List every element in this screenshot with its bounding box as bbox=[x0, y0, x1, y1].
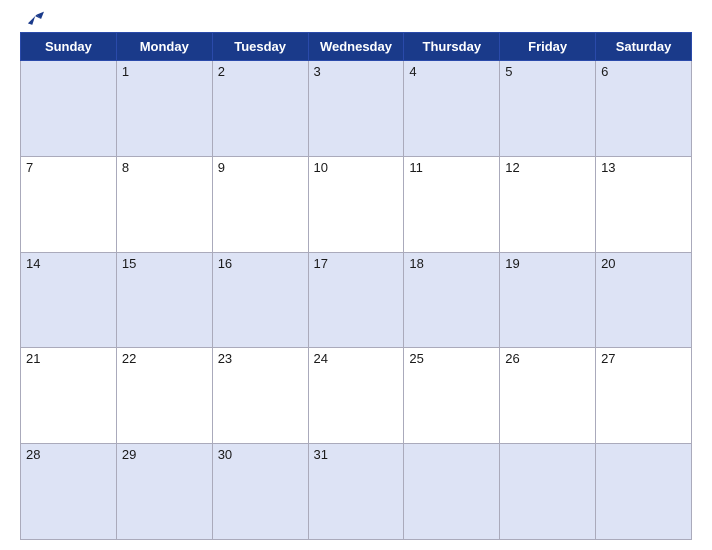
day-number: 26 bbox=[505, 351, 519, 366]
day-number: 2 bbox=[218, 64, 225, 79]
calendar-cell: 1 bbox=[116, 61, 212, 157]
calendar-cell: 21 bbox=[21, 348, 117, 444]
calendar-cell: 17 bbox=[308, 252, 404, 348]
header bbox=[20, 10, 692, 28]
weekday-header-row: SundayMondayTuesdayWednesdayThursdayFrid… bbox=[21, 33, 692, 61]
day-number: 17 bbox=[314, 256, 328, 271]
day-number: 19 bbox=[505, 256, 519, 271]
calendar-cell: 22 bbox=[116, 348, 212, 444]
day-number: 8 bbox=[122, 160, 129, 175]
day-number: 22 bbox=[122, 351, 136, 366]
logo-blue-text bbox=[20, 10, 44, 28]
day-number: 27 bbox=[601, 351, 615, 366]
calendar-cell: 7 bbox=[21, 156, 117, 252]
calendar-cell: 30 bbox=[212, 444, 308, 540]
day-number: 7 bbox=[26, 160, 33, 175]
logo-bird-icon bbox=[22, 10, 44, 28]
day-number: 12 bbox=[505, 160, 519, 175]
weekday-header-wednesday: Wednesday bbox=[308, 33, 404, 61]
day-number: 23 bbox=[218, 351, 232, 366]
calendar-cell: 2 bbox=[212, 61, 308, 157]
calendar-cell: 25 bbox=[404, 348, 500, 444]
weekday-header-sunday: Sunday bbox=[21, 33, 117, 61]
calendar-cell: 20 bbox=[596, 252, 692, 348]
calendar-week-row: 28 29 30 31 bbox=[21, 444, 692, 540]
weekday-header-friday: Friday bbox=[500, 33, 596, 61]
calendar-cell: 31 bbox=[308, 444, 404, 540]
calendar-cell bbox=[21, 61, 117, 157]
calendar-cell: 14 bbox=[21, 252, 117, 348]
calendar-cell: 5 bbox=[500, 61, 596, 157]
calendar-cell: 8 bbox=[116, 156, 212, 252]
calendar-cell: 4 bbox=[404, 61, 500, 157]
day-number: 31 bbox=[314, 447, 328, 462]
day-number: 6 bbox=[601, 64, 608, 79]
logo bbox=[20, 10, 44, 28]
weekday-header-monday: Monday bbox=[116, 33, 212, 61]
calendar-table: SundayMondayTuesdayWednesdayThursdayFrid… bbox=[20, 32, 692, 540]
weekday-header-thursday: Thursday bbox=[404, 33, 500, 61]
day-number: 14 bbox=[26, 256, 40, 271]
day-number: 4 bbox=[409, 64, 416, 79]
calendar-cell: 18 bbox=[404, 252, 500, 348]
calendar-cell: 16 bbox=[212, 252, 308, 348]
calendar-week-row: 1 2 3 4 5 6 bbox=[21, 61, 692, 157]
day-number: 1 bbox=[122, 64, 129, 79]
calendar-cell: 24 bbox=[308, 348, 404, 444]
weekday-header-saturday: Saturday bbox=[596, 33, 692, 61]
day-number: 21 bbox=[26, 351, 40, 366]
calendar-cell: 27 bbox=[596, 348, 692, 444]
calendar-cell: 29 bbox=[116, 444, 212, 540]
calendar-cell: 19 bbox=[500, 252, 596, 348]
day-number: 3 bbox=[314, 64, 321, 79]
day-number: 24 bbox=[314, 351, 328, 366]
day-number: 15 bbox=[122, 256, 136, 271]
calendar-cell: 6 bbox=[596, 61, 692, 157]
day-number: 20 bbox=[601, 256, 615, 271]
day-number: 30 bbox=[218, 447, 232, 462]
day-number: 18 bbox=[409, 256, 423, 271]
calendar-week-row: 14 15 16 17 18 19 20 bbox=[21, 252, 692, 348]
calendar-week-row: 21 22 23 24 25 26 27 bbox=[21, 348, 692, 444]
calendar-cell: 9 bbox=[212, 156, 308, 252]
day-number: 16 bbox=[218, 256, 232, 271]
calendar-cell: 26 bbox=[500, 348, 596, 444]
calendar-cell bbox=[404, 444, 500, 540]
calendar-cell: 11 bbox=[404, 156, 500, 252]
calendar-cell bbox=[500, 444, 596, 540]
day-number: 11 bbox=[409, 160, 423, 175]
calendar-cell: 12 bbox=[500, 156, 596, 252]
day-number: 25 bbox=[409, 351, 423, 366]
calendar-cell bbox=[596, 444, 692, 540]
day-number: 13 bbox=[601, 160, 615, 175]
day-number: 28 bbox=[26, 447, 40, 462]
calendar-cell: 28 bbox=[21, 444, 117, 540]
day-number: 9 bbox=[218, 160, 225, 175]
calendar-cell: 13 bbox=[596, 156, 692, 252]
calendar-cell: 3 bbox=[308, 61, 404, 157]
day-number: 5 bbox=[505, 64, 512, 79]
calendar-week-row: 7 8 9 10 11 12 13 bbox=[21, 156, 692, 252]
calendar-cell: 23 bbox=[212, 348, 308, 444]
calendar-cell: 10 bbox=[308, 156, 404, 252]
weekday-header-tuesday: Tuesday bbox=[212, 33, 308, 61]
day-number: 29 bbox=[122, 447, 136, 462]
day-number: 10 bbox=[314, 160, 328, 175]
calendar-cell: 15 bbox=[116, 252, 212, 348]
